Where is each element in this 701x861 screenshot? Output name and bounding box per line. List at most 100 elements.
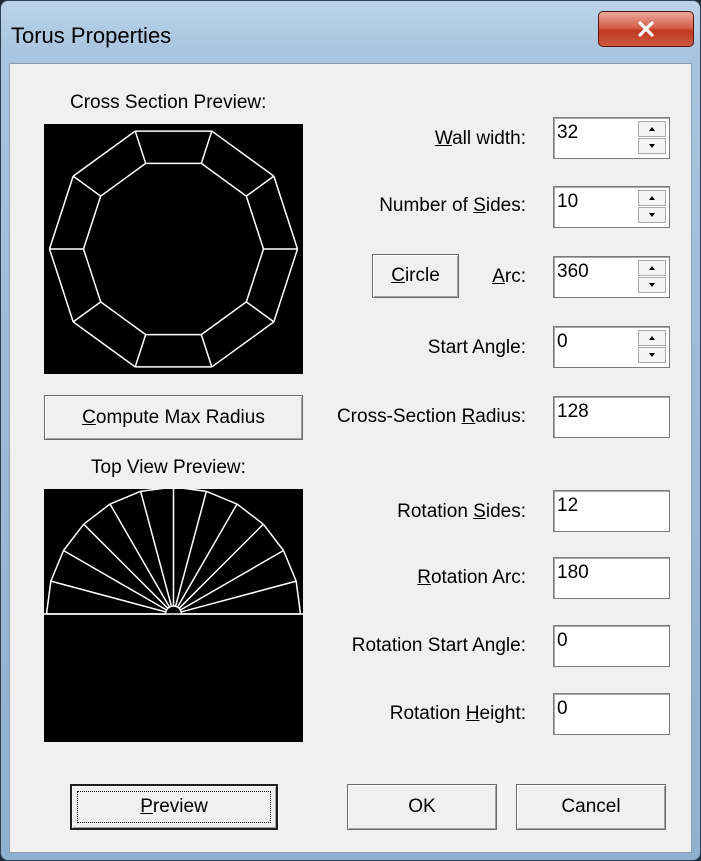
compute-max-radius-button[interactable]: Compute Max Radius (44, 395, 303, 440)
rotation-height-field[interactable] (553, 693, 670, 735)
top-view-outer-edge (62, 523, 85, 551)
top-view-outer-edge (206, 490, 238, 505)
arc-spin-down[interactable] (638, 277, 666, 293)
top-view-outer-edge (45, 581, 52, 615)
spin-up-icon (649, 196, 655, 200)
arc-field[interactable] (553, 256, 670, 298)
cross-section-radius-mnemonic: R (461, 406, 476, 427)
dialog-window: Torus Properties Cross Section Preview: … (0, 0, 701, 861)
rotation-height-mnemonic: H (465, 703, 480, 724)
top-view-preview-canvas (44, 486, 303, 615)
cross-section-inner-edge (245, 248, 265, 303)
top-view-outer-edge (83, 503, 111, 525)
preview-button[interactable]: Preview (70, 784, 278, 830)
top-view-outer-edge (282, 550, 297, 582)
rotation-arc-label-post: otation Arc: (430, 567, 526, 588)
number-of-sides-mnemonic: S (473, 195, 486, 216)
rotation-sides-field[interactable] (553, 490, 670, 532)
cross-section-inner-edge (82, 248, 102, 303)
rotation-start-angle-field[interactable] (553, 625, 670, 667)
start-angle-field[interactable] (553, 326, 670, 368)
cross-section-spoke (134, 130, 147, 164)
number-of-sides-spin-down[interactable] (638, 207, 666, 223)
arc-spinner[interactable] (638, 260, 666, 294)
top-view-spoke (174, 491, 208, 607)
close-button[interactable] (598, 11, 694, 47)
top-view-spoke (181, 580, 297, 613)
cross-section-outer-edge (273, 175, 299, 250)
cross-section-outer-edge (72, 321, 136, 368)
rotation-arc-mnemonic: R (417, 567, 431, 588)
wall-width-spinner[interactable] (638, 121, 666, 155)
rotation-sides-label-pre: Rotation (397, 501, 474, 522)
arc-input[interactable] (557, 261, 637, 283)
cross-section-outer-edge (273, 248, 299, 323)
cross-section-outer-edge (211, 321, 275, 368)
title-bar[interactable]: Torus Properties (1, 1, 700, 61)
wall-width-label-post: all width: (452, 128, 526, 149)
cross-section-spoke (72, 301, 102, 323)
spin-up-icon (649, 336, 655, 340)
cross-section-inner-edge (200, 162, 247, 197)
rotation-sides-label-post: ides: (485, 501, 526, 522)
cancel-label: Cancel (561, 796, 621, 817)
start-angle-spin-down[interactable] (638, 347, 666, 363)
cross-section-spoke (200, 130, 213, 164)
top-view-outer-edge (236, 503, 264, 525)
rotation-arc-field[interactable] (553, 557, 670, 599)
top-view-outer-edge (262, 523, 285, 551)
number-of-sides-field[interactable] (553, 186, 670, 228)
start-angle-spin-up[interactable] (638, 330, 666, 346)
number-of-sides-input[interactable] (557, 191, 637, 213)
cross-section-inner-edge (200, 301, 247, 336)
arc-mnemonic: A (492, 266, 505, 287)
wall-width-spin-down[interactable] (638, 138, 666, 154)
top-view-spoke (63, 549, 167, 611)
cross-section-inner-edge (245, 195, 265, 250)
top-view-preview (44, 486, 303, 742)
rotation-height-label-post: eight: (479, 703, 526, 724)
cross-section-preview (44, 124, 303, 374)
top-view-spoke (139, 491, 173, 607)
compute-max-radius-mnemonic: C (82, 406, 96, 428)
circle-mnemonic: C (391, 265, 405, 286)
rotation-height-input[interactable] (557, 698, 637, 720)
rotation-sides-mnemonic: S (473, 501, 486, 522)
spin-down-icon (649, 283, 655, 287)
arc-label-post: rc: (504, 266, 526, 287)
wall-width-mnemonic: W (434, 128, 453, 149)
number-of-sides-spinner[interactable] (638, 190, 666, 224)
cross-section-preview-label: Cross Section Preview: (70, 92, 267, 113)
cancel-button[interactable]: Cancel (516, 784, 666, 830)
top-view-spoke (109, 503, 171, 608)
number-of-sides-spin-up[interactable] (638, 190, 666, 206)
circle-button[interactable]: Circle (372, 254, 459, 298)
dialog-client-area: Cross Section Preview: Compute Max Radiu… (9, 63, 692, 853)
cross-section-radius-field[interactable] (553, 396, 670, 438)
rotation-sides-input[interactable] (557, 495, 637, 517)
top-view-spoke (50, 580, 166, 613)
cross-section-preview-canvas (48, 130, 299, 368)
cross-section-outer-edge (48, 248, 74, 323)
wall-width-field[interactable] (553, 117, 670, 159)
rotation-height-label-pre: Rotation (389, 703, 466, 724)
cross-section-radius-input[interactable] (557, 401, 637, 423)
wall-width-spin-up[interactable] (638, 121, 666, 137)
number-of-sides-label: Number of Sides: (306, 195, 526, 217)
preview-label: review (152, 796, 208, 817)
arc-spin-up[interactable] (638, 260, 666, 276)
spin-down-icon (649, 353, 655, 357)
cross-section-radius-label: Cross-Section Radius: (310, 406, 526, 428)
number-of-sides-label-post: ides: (485, 195, 526, 216)
start-angle-input[interactable] (557, 331, 637, 353)
preview-mnemonic: P (140, 796, 153, 817)
ok-button[interactable]: OK (347, 784, 497, 830)
circle-label: ircle (404, 265, 440, 286)
cross-section-radius-label-post: adius: (475, 406, 526, 427)
start-angle-label: Start Angle: (427, 337, 526, 358)
wall-width-input[interactable] (557, 122, 637, 144)
rotation-start-angle-input[interactable] (557, 630, 637, 652)
top-view-spoke (83, 523, 169, 609)
rotation-arc-input[interactable] (557, 562, 637, 584)
start-angle-spinner[interactable] (638, 330, 666, 364)
